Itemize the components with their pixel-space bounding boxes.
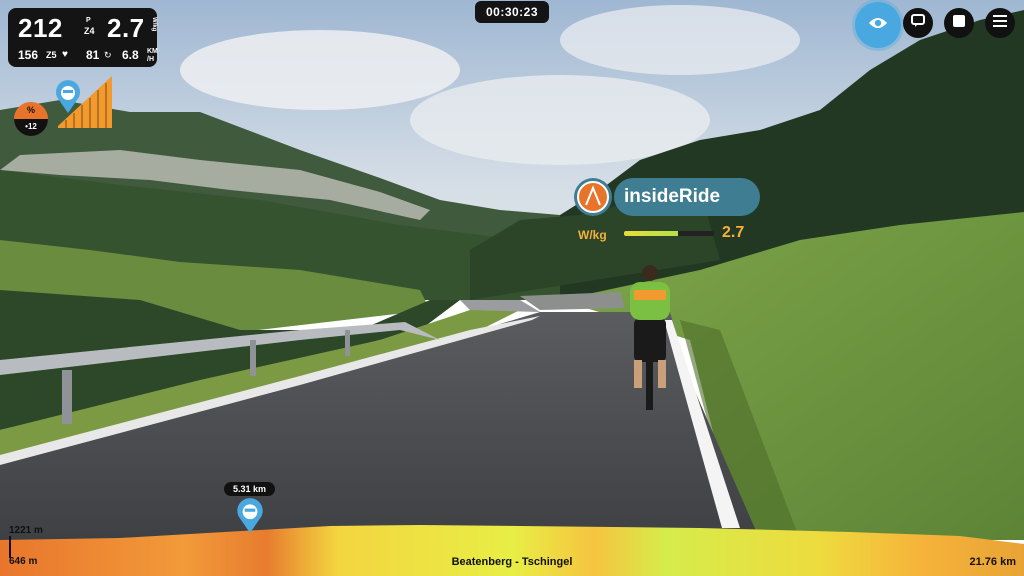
heart-rate-value: 156 [18,48,39,62]
rider-tag[interactable]: insideRide [574,178,760,216]
stop-icon [952,14,966,33]
scene-view [0,0,1024,576]
heart-icon: ♥ [62,49,68,60]
rider-wkg-label: W/kg [578,228,607,242]
cadence-icon: ↻ [104,50,112,60]
route-total-distance: 21.76 km [969,556,1016,568]
power-zone: Z4 [84,26,95,36]
speed-value: 6.8 [122,48,139,62]
power-zone-indicator: P [86,17,91,24]
road-landscape [0,0,1024,576]
rider-name: insideRide [614,178,760,216]
rider-wkg-fill [624,231,678,236]
grade-symbol: % [14,102,48,119]
speed-unit-bottom: /H [147,56,154,63]
menu-icon [992,14,1008,33]
ride-timer: 00:30:23 [475,1,549,23]
chat-icon [910,13,926,34]
speed-unit-top: KM [147,48,158,55]
hr-zone: Z5 [46,50,57,60]
eye-icon [868,16,888,35]
wkg-unit: W/kg [151,17,157,32]
chat-button[interactable] [903,8,933,38]
grade-value: •12 [14,119,48,136]
power-value: 212 [18,13,63,43]
profile-rider-pin [236,498,263,533]
grade-badge: % •12 [14,102,48,136]
elevation-max: 1221 m [9,525,43,536]
rider-logo-icon [574,178,612,216]
rider-distance-badge: 5.31 km [224,482,275,496]
rider-wkg-bar [624,231,714,236]
stats-panel: 212 P Z4 2.7 W/kg 156 Z5 ♥ 81 ↻ 6.8 KM /… [8,8,158,67]
wkg-value: 2.7 [107,13,145,43]
route-name: Beatenberg - Tschingel [451,556,573,568]
rider-wkg-value: 2.7 [722,224,745,241]
stop-button[interactable] [944,8,974,38]
view-toggle-button[interactable] [855,2,901,48]
climb-profile-mini [58,76,112,133]
cadence-value: 81 [86,48,100,62]
menu-button[interactable] [985,8,1015,38]
